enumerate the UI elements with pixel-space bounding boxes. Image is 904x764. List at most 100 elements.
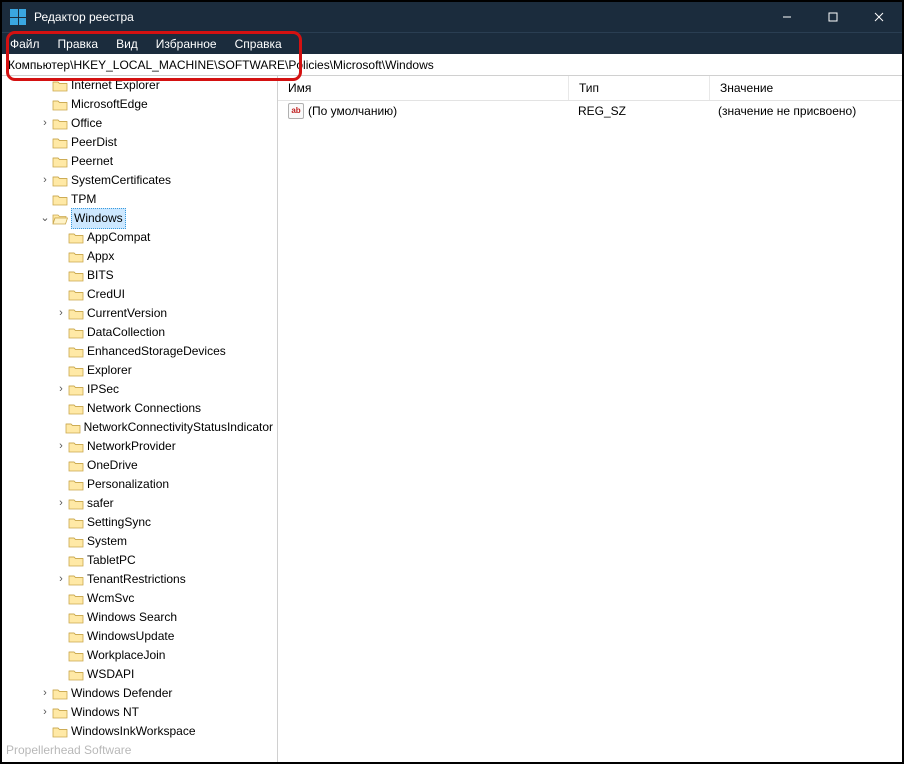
maximize-button[interactable]	[810, 2, 856, 32]
tree-node[interactable]: ›IPSec	[2, 380, 277, 399]
tree-node[interactable]: WindowsInkWorkspace	[2, 722, 277, 741]
tree-node[interactable]: BITS	[2, 266, 277, 285]
folder-icon	[68, 345, 84, 359]
tree-node-label: Internet Explorer	[71, 76, 164, 95]
tree-node[interactable]: › safer	[2, 494, 277, 513]
address-bar[interactable]	[2, 54, 902, 75]
tree-node[interactable]: WorkplaceJoin	[2, 646, 277, 665]
tree-node-label: TPM	[71, 190, 100, 209]
tree-node[interactable]: Appx	[2, 247, 277, 266]
titlebar: Редактор реестра	[2, 2, 902, 32]
tree-node-label: CredUI	[87, 285, 129, 304]
col-value[interactable]: Значение	[710, 76, 902, 100]
tree-node-label: Windows Search	[87, 608, 181, 627]
tree-node[interactable]: Explorer	[2, 361, 277, 380]
tree-node-label: safer	[87, 494, 118, 513]
tree-node-label: DataCollection	[87, 323, 169, 342]
tree-node[interactable]: Network Connections	[2, 399, 277, 418]
tree-node[interactable]: AppCompat	[2, 228, 277, 247]
tree-node[interactable]: ›TenantRestrictions	[2, 570, 277, 589]
tree-node[interactable]: Internet Explorer	[2, 76, 277, 95]
tree-node[interactable]: System	[2, 532, 277, 551]
tree-node[interactable]: WindowsUpdate	[2, 627, 277, 646]
tree-node[interactable]: Peernet	[2, 152, 277, 171]
folder-icon	[68, 516, 84, 530]
column-headers: Имя Тип Значение	[278, 76, 902, 101]
expander-icon[interactable]: ›	[38, 684, 52, 703]
window-title: Редактор реестра	[34, 10, 134, 24]
tree-node[interactable]: OneDrive	[2, 456, 277, 475]
close-button[interactable]	[856, 2, 902, 32]
tree-node-label: SystemCertificates	[71, 171, 175, 190]
tree-node[interactable]: › Windows NT	[2, 703, 277, 722]
col-name[interactable]: Имя	[278, 76, 569, 100]
tree-node[interactable]: EnhancedStorageDevices	[2, 342, 277, 361]
menu-edit[interactable]: Правка	[50, 33, 107, 54]
expander-icon[interactable]: ›	[54, 494, 68, 513]
folder-icon	[68, 269, 84, 283]
value-type-cell: REG_SZ	[568, 104, 708, 118]
expander-icon[interactable]: ›	[54, 570, 68, 589]
tree-node[interactable]: › Windows Defender	[2, 684, 277, 703]
tree-node-cutoff: Propellerhead Software	[2, 741, 277, 760]
string-value-icon: ab	[288, 103, 304, 119]
folder-icon	[68, 630, 84, 644]
menubar: Файл Правка Вид Избранное Справка	[2, 32, 902, 54]
folder-icon	[68, 326, 84, 340]
tree-node[interactable]: CredUI	[2, 285, 277, 304]
expander-icon[interactable]: ›	[38, 171, 52, 190]
folder-icon	[68, 231, 84, 245]
tree-node[interactable]: › SystemCertificates	[2, 171, 277, 190]
tree-node-label: Explorer	[87, 361, 136, 380]
value-name-cell: ab(По умолчанию)	[278, 103, 568, 119]
menu-fav[interactable]: Избранное	[148, 33, 225, 54]
tree-node[interactable]: PeerDist	[2, 133, 277, 152]
tree-node[interactable]: › NetworkProvider	[2, 437, 277, 456]
menu-view[interactable]: Вид	[108, 33, 146, 54]
tree-node-label: Network Connections	[87, 399, 205, 418]
tree-node[interactable]: TPM	[2, 190, 277, 209]
folder-icon	[68, 307, 84, 321]
tree-node-label: SettingSync	[87, 513, 155, 532]
expander-icon[interactable]: ›	[54, 380, 68, 399]
folder-icon	[52, 193, 68, 207]
tree-node-label: Windows	[71, 208, 126, 229]
tree-node[interactable]: ›Office	[2, 114, 277, 133]
tree-node-label: WindowsUpdate	[87, 627, 178, 646]
tree-node[interactable]: WSDAPI	[2, 665, 277, 684]
tree-node[interactable]: Windows Search	[2, 608, 277, 627]
tree-node[interactable]: NetworkConnectivityStatusIndicator	[2, 418, 277, 437]
registry-tree[interactable]: Internet ExplorerMicrosoftEdge›OfficePee…	[2, 76, 278, 762]
col-type[interactable]: Тип	[569, 76, 710, 100]
tree-node[interactable]: ⌄ Windows	[2, 209, 277, 228]
expander-icon[interactable]: ›	[54, 304, 68, 323]
expander-icon[interactable]: ›	[38, 114, 52, 133]
expander-icon[interactable]: ›	[54, 437, 68, 456]
tree-node-label: MicrosoftEdge	[71, 95, 152, 114]
tree-node[interactable]: DataCollection	[2, 323, 277, 342]
tree-node[interactable]: WcmSvc	[2, 589, 277, 608]
expander-icon[interactable]: ›	[38, 703, 52, 722]
address-bar-wrap	[2, 54, 902, 76]
tree-node-label: Windows Defender	[71, 684, 176, 703]
folder-icon	[52, 212, 68, 226]
tree-node[interactable]: ›CurrentVersion	[2, 304, 277, 323]
value-row[interactable]: ab(По умолчанию)REG_SZ(значение не присв…	[278, 101, 902, 121]
menu-file[interactable]: Файл	[2, 33, 48, 54]
tree-node-label: Appx	[87, 247, 118, 266]
folder-icon	[68, 288, 84, 302]
folder-icon	[52, 706, 68, 720]
tree-node[interactable]: Personalization	[2, 475, 277, 494]
tree-node-label: Windows NT	[71, 703, 143, 722]
expander-icon[interactable]: ⌄	[38, 209, 52, 228]
tree-node-label: OneDrive	[87, 456, 142, 475]
tree-node[interactable]: TabletPC	[2, 551, 277, 570]
main-split: Internet ExplorerMicrosoftEdge›OfficePee…	[2, 76, 902, 762]
tree-node[interactable]: MicrosoftEdge	[2, 95, 277, 114]
folder-icon	[68, 668, 84, 682]
tree-node-label: NetworkProvider	[87, 437, 180, 456]
tree-node[interactable]: SettingSync	[2, 513, 277, 532]
menu-help[interactable]: Справка	[227, 33, 290, 54]
tree-node-label: Peernet	[71, 152, 117, 171]
minimize-button[interactable]	[764, 2, 810, 32]
